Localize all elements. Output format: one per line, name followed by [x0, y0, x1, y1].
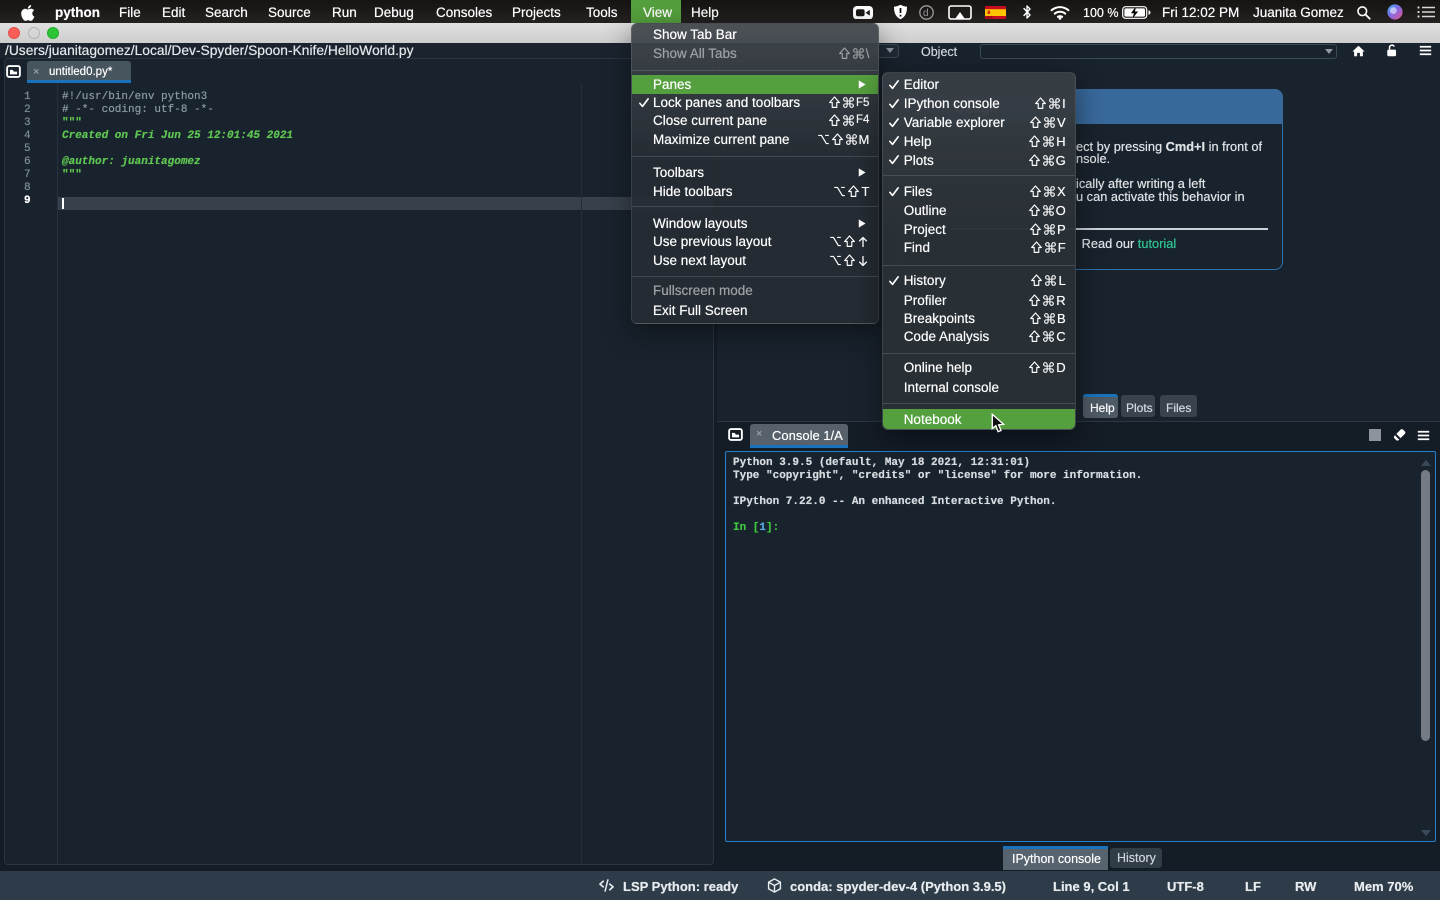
svg-text:ISO: ISO — [987, 15, 993, 19]
svg-text:d: d — [923, 8, 929, 19]
